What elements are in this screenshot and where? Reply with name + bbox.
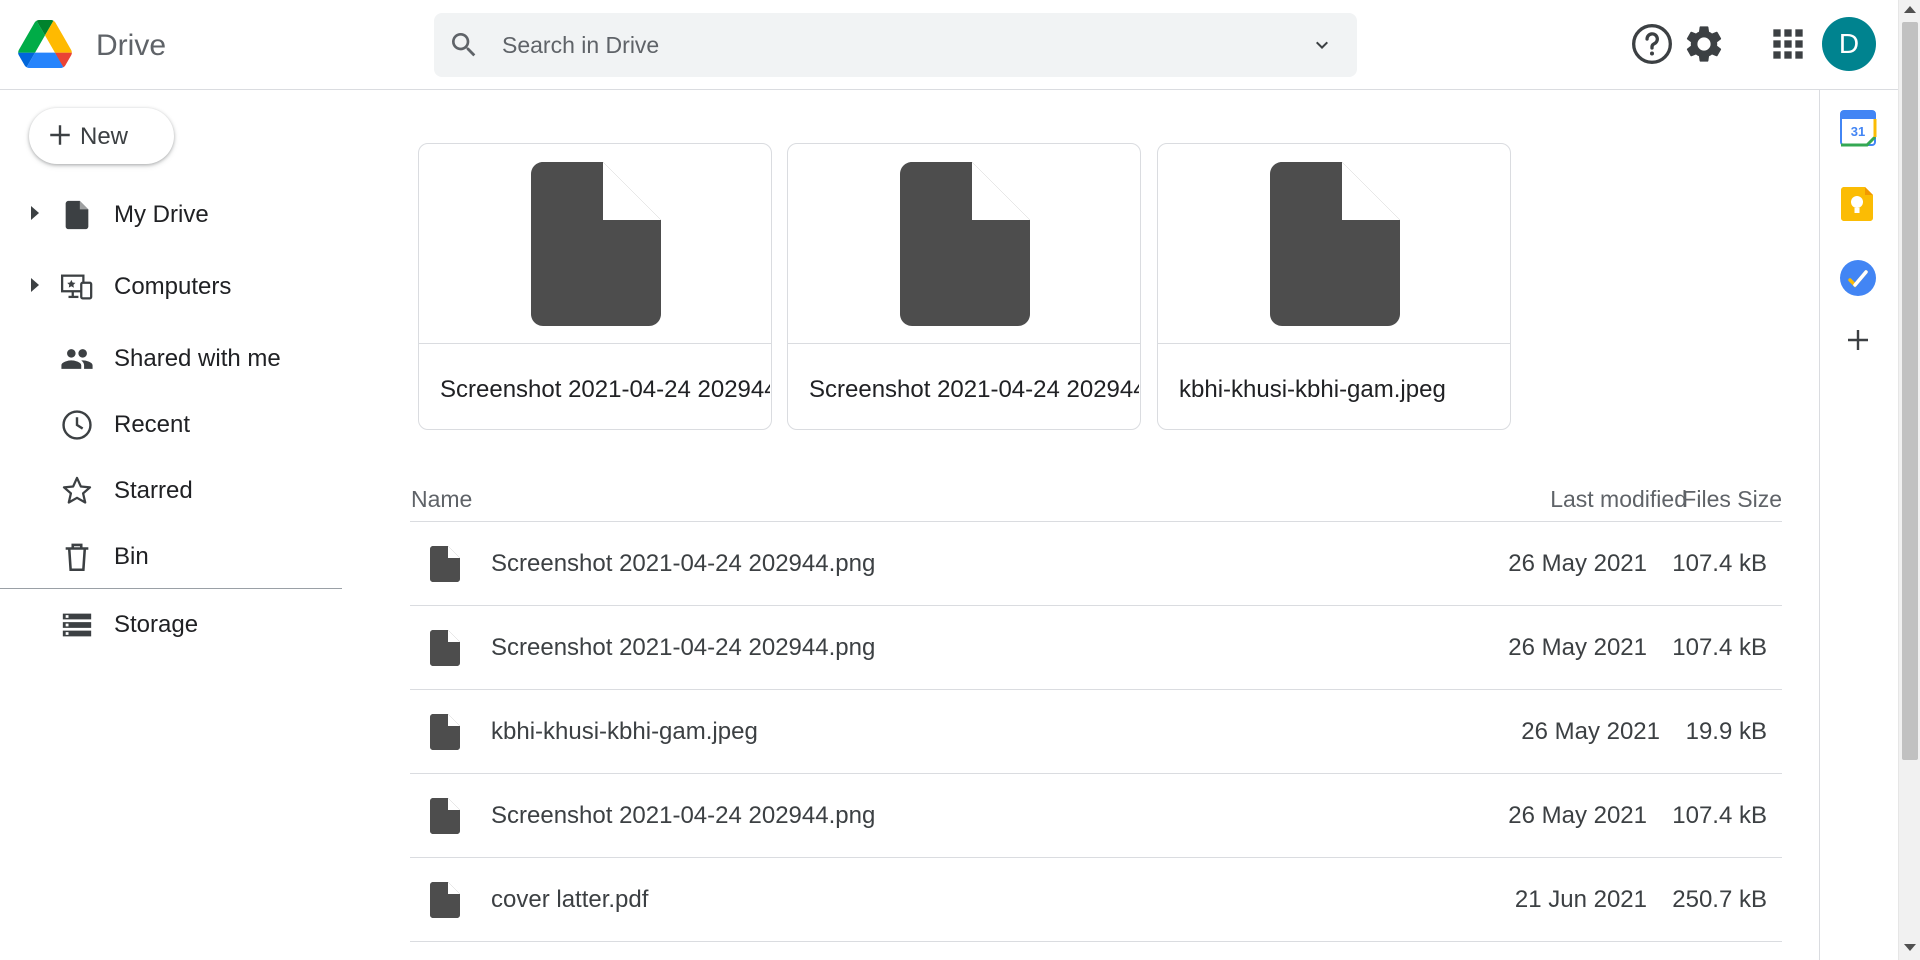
file-icon bbox=[430, 882, 460, 918]
sidebar-divider bbox=[0, 588, 342, 589]
file-thumbnail bbox=[788, 144, 1140, 344]
file-icon bbox=[430, 798, 460, 834]
sidebar-item-starred[interactable]: Starred bbox=[0, 462, 342, 518]
chevron-down-icon[interactable] bbox=[1310, 33, 1334, 57]
card-file-name: kbhi-khusi-kbhi-gam.jpeg bbox=[1179, 376, 1446, 403]
column-last-modified-header[interactable]: Last modified bbox=[1550, 486, 1687, 513]
file-list-header: Name Last modified Files Size bbox=[410, 476, 1782, 522]
storage-icon bbox=[62, 613, 92, 637]
sidebar-item-label: Storage bbox=[114, 611, 199, 638]
help-icon[interactable] bbox=[1630, 22, 1674, 66]
tasks-icon[interactable] bbox=[1838, 258, 1878, 298]
table-row[interactable]: cover latter.pdf 21 Jun 2021 250.7 kB bbox=[410, 858, 1782, 942]
card-file-name: Screenshot 2021-04-24 202944.png bbox=[809, 376, 1139, 403]
file-size: 107.4 kB bbox=[1672, 802, 1767, 829]
scroll-up-arrow-icon[interactable] bbox=[1904, 6, 1916, 13]
keep-icon[interactable] bbox=[1838, 184, 1878, 224]
card-file-name: Screenshot 2021-04-24 202944.png bbox=[440, 376, 770, 403]
computers-icon bbox=[60, 274, 93, 300]
file-icon bbox=[430, 630, 460, 666]
file-icon bbox=[531, 162, 661, 326]
file-size: 19.9 kB bbox=[1685, 718, 1767, 745]
suggested-file-card[interactable]: Screenshot 2021-04-24 202944.png bbox=[418, 143, 772, 430]
file-thumbnail bbox=[1158, 144, 1510, 344]
sidebar-item-my-drive[interactable]: My Drive bbox=[0, 186, 342, 242]
file-icon bbox=[430, 714, 460, 750]
app-title: Drive bbox=[96, 29, 167, 62]
expand-arrow-icon[interactable] bbox=[31, 278, 39, 292]
file-last-modified: 26 May 2021 bbox=[1508, 802, 1647, 829]
trash-icon bbox=[65, 543, 89, 572]
gear-icon[interactable] bbox=[1682, 22, 1726, 66]
file-name: Screenshot 2021-04-24 202944.png bbox=[491, 550, 876, 577]
file-icon bbox=[900, 162, 1030, 326]
table-row[interactable]: Screenshot 2021-04-24 202944.png 26 May … bbox=[410, 606, 1782, 690]
file-icon bbox=[430, 546, 460, 582]
suggested-file-card[interactable]: Screenshot 2021-04-24 202944.png bbox=[787, 143, 1141, 430]
people-icon bbox=[61, 349, 93, 369]
drive-folder-icon bbox=[65, 200, 89, 230]
file-name: cover latter.pdf bbox=[491, 886, 649, 913]
sidebar-item-label: Starred bbox=[114, 477, 193, 504]
sidebar-item-computers[interactable]: Computers bbox=[0, 258, 342, 314]
table-row[interactable]: Screenshot 2021-04-24 202944.png 26 May … bbox=[410, 774, 1782, 858]
file-name: Screenshot 2021-04-24 202944.png bbox=[491, 634, 876, 661]
column-files-size-header[interactable]: Files Size bbox=[1682, 486, 1782, 513]
table-row[interactable]: Screenshot 2021-04-24 202944.png 26 May … bbox=[410, 522, 1782, 606]
file-last-modified: 26 May 2021 bbox=[1508, 550, 1647, 577]
add-addon-icon[interactable] bbox=[1838, 320, 1878, 360]
file-thumbnail bbox=[419, 144, 771, 344]
file-size: 250.7 kB bbox=[1672, 886, 1767, 913]
search-input[interactable] bbox=[502, 23, 1262, 67]
new-button[interactable]: New bbox=[29, 108, 174, 164]
scroll-down-arrow-icon[interactable] bbox=[1904, 944, 1916, 951]
file-last-modified: 26 May 2021 bbox=[1521, 718, 1660, 745]
scrollbar-thumb[interactable] bbox=[1902, 22, 1918, 760]
file-icon bbox=[1270, 162, 1400, 326]
sidebar-item-storage[interactable]: Storage bbox=[0, 596, 342, 652]
scrollbar[interactable] bbox=[1898, 0, 1920, 960]
file-last-modified: 26 May 2021 bbox=[1508, 634, 1647, 661]
plus-icon bbox=[50, 125, 70, 145]
sidebar-item-label: Shared with me bbox=[114, 345, 281, 372]
sidebar-item-label: Computers bbox=[114, 273, 232, 300]
top-bar: Drive D bbox=[0, 0, 1898, 90]
avatar[interactable]: D bbox=[1822, 17, 1876, 71]
expand-arrow-icon[interactable] bbox=[31, 206, 39, 220]
file-last-modified: 21 Jun 2021 bbox=[1514, 886, 1647, 913]
file-size: 107.4 kB bbox=[1672, 634, 1767, 661]
file-name: Screenshot 2021-04-24 202944.png bbox=[491, 802, 876, 829]
calendar-day: 31 bbox=[1851, 124, 1865, 139]
sidebar-item-label: My Drive bbox=[114, 201, 209, 228]
side-panel: 31 bbox=[1819, 90, 1898, 960]
suggested-file-card[interactable]: kbhi-khusi-kbhi-gam.jpeg bbox=[1157, 143, 1511, 430]
file-name: kbhi-khusi-kbhi-gam.jpeg bbox=[491, 718, 758, 745]
clock-icon bbox=[62, 410, 92, 440]
table-row[interactable]: kbhi-khusi-kbhi-gam.jpeg 26 May 2021 19.… bbox=[410, 690, 1782, 774]
file-size: 107.4 kB bbox=[1672, 550, 1767, 577]
sidebar-item-label: Bin bbox=[114, 543, 149, 570]
calendar-icon[interactable]: 31 bbox=[1838, 108, 1878, 148]
search-icon[interactable] bbox=[448, 29, 480, 61]
sidebar-item-bin[interactable]: Bin bbox=[0, 528, 342, 584]
sidebar-item-shared-with-me[interactable]: Shared with me bbox=[0, 330, 342, 386]
search-bar[interactable] bbox=[434, 13, 1357, 77]
column-name-header[interactable]: Name bbox=[411, 486, 472, 513]
star-icon bbox=[62, 476, 92, 504]
new-button-label: New bbox=[80, 123, 129, 150]
sidebar-item-recent[interactable]: Recent bbox=[0, 396, 342, 452]
sidebar-item-label: Recent bbox=[114, 411, 191, 438]
drive-logo-icon[interactable] bbox=[18, 20, 72, 68]
apps-grid-icon[interactable] bbox=[1766, 22, 1810, 66]
